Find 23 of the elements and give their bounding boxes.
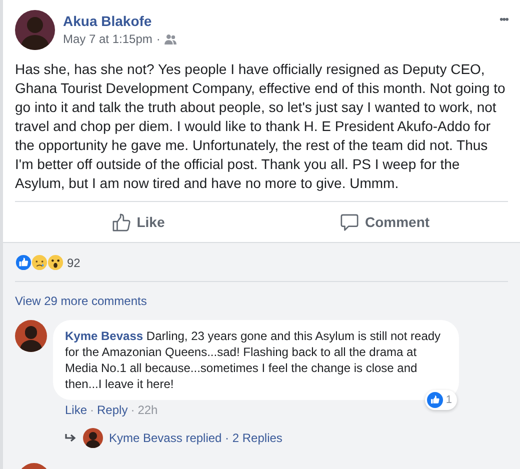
replies-link[interactable]: Kyme Bevass replied · 2 Replies	[109, 431, 282, 445]
replier-avatar	[83, 428, 103, 448]
comment-action-link[interactable]: Reply	[97, 403, 128, 417]
friends-icon[interactable]	[164, 34, 178, 44]
thumbs-up-icon	[112, 212, 131, 232]
post-text: Has she, has she not? Yes people I have officially resigned as Deputy CEO, Ghana Tourist Development Company, effective end of this month. Not going to go into it and talk the truth about people, so let's just say I wanted to work, not travel and chop per diem. I would like to thank H. E President Akufo-Addo for the opportunity he gave me. Unfortunately, the rest of the team did not. Thus I'm better off outside of the official post. Thank you all. PS I weep for the Asylum, but I am now tired and have no more to give. Ummm.	[15, 60, 506, 193]
separator: ·	[130, 403, 135, 417]
avatar[interactable]	[15, 10, 55, 50]
reaction-count[interactable]: 92	[67, 256, 80, 270]
separator: ·	[156, 32, 160, 46]
reaction-icons[interactable]	[15, 254, 63, 271]
comment-text: Kyme Bevass Darling, 23 years gone and this Asylum is still not ready for the Amazonian Queens...sad! Flashing back to all the drama at Media No.1 all because...sometimes I feel the change is close and then...I leave it here!	[65, 328, 442, 392]
view-more-comments-link[interactable]: View 29 more comments	[15, 282, 508, 320]
author-name[interactable]: Akua Blakofe	[63, 13, 492, 29]
post-time[interactable]: May 7 at 1:15pm	[63, 32, 152, 46]
more-options-button[interactable]: •••	[499, 10, 508, 26]
separator: ·	[90, 403, 94, 417]
speech-bubble-icon	[340, 212, 359, 232]
action-button[interactable]: Comment	[262, 202, 508, 242]
action-button[interactable]: Like	[15, 202, 262, 242]
comment-action-link[interactable]: Like	[65, 403, 88, 417]
reply-arrow-icon	[65, 433, 77, 443]
commenter-avatar[interactable]	[15, 320, 47, 352]
